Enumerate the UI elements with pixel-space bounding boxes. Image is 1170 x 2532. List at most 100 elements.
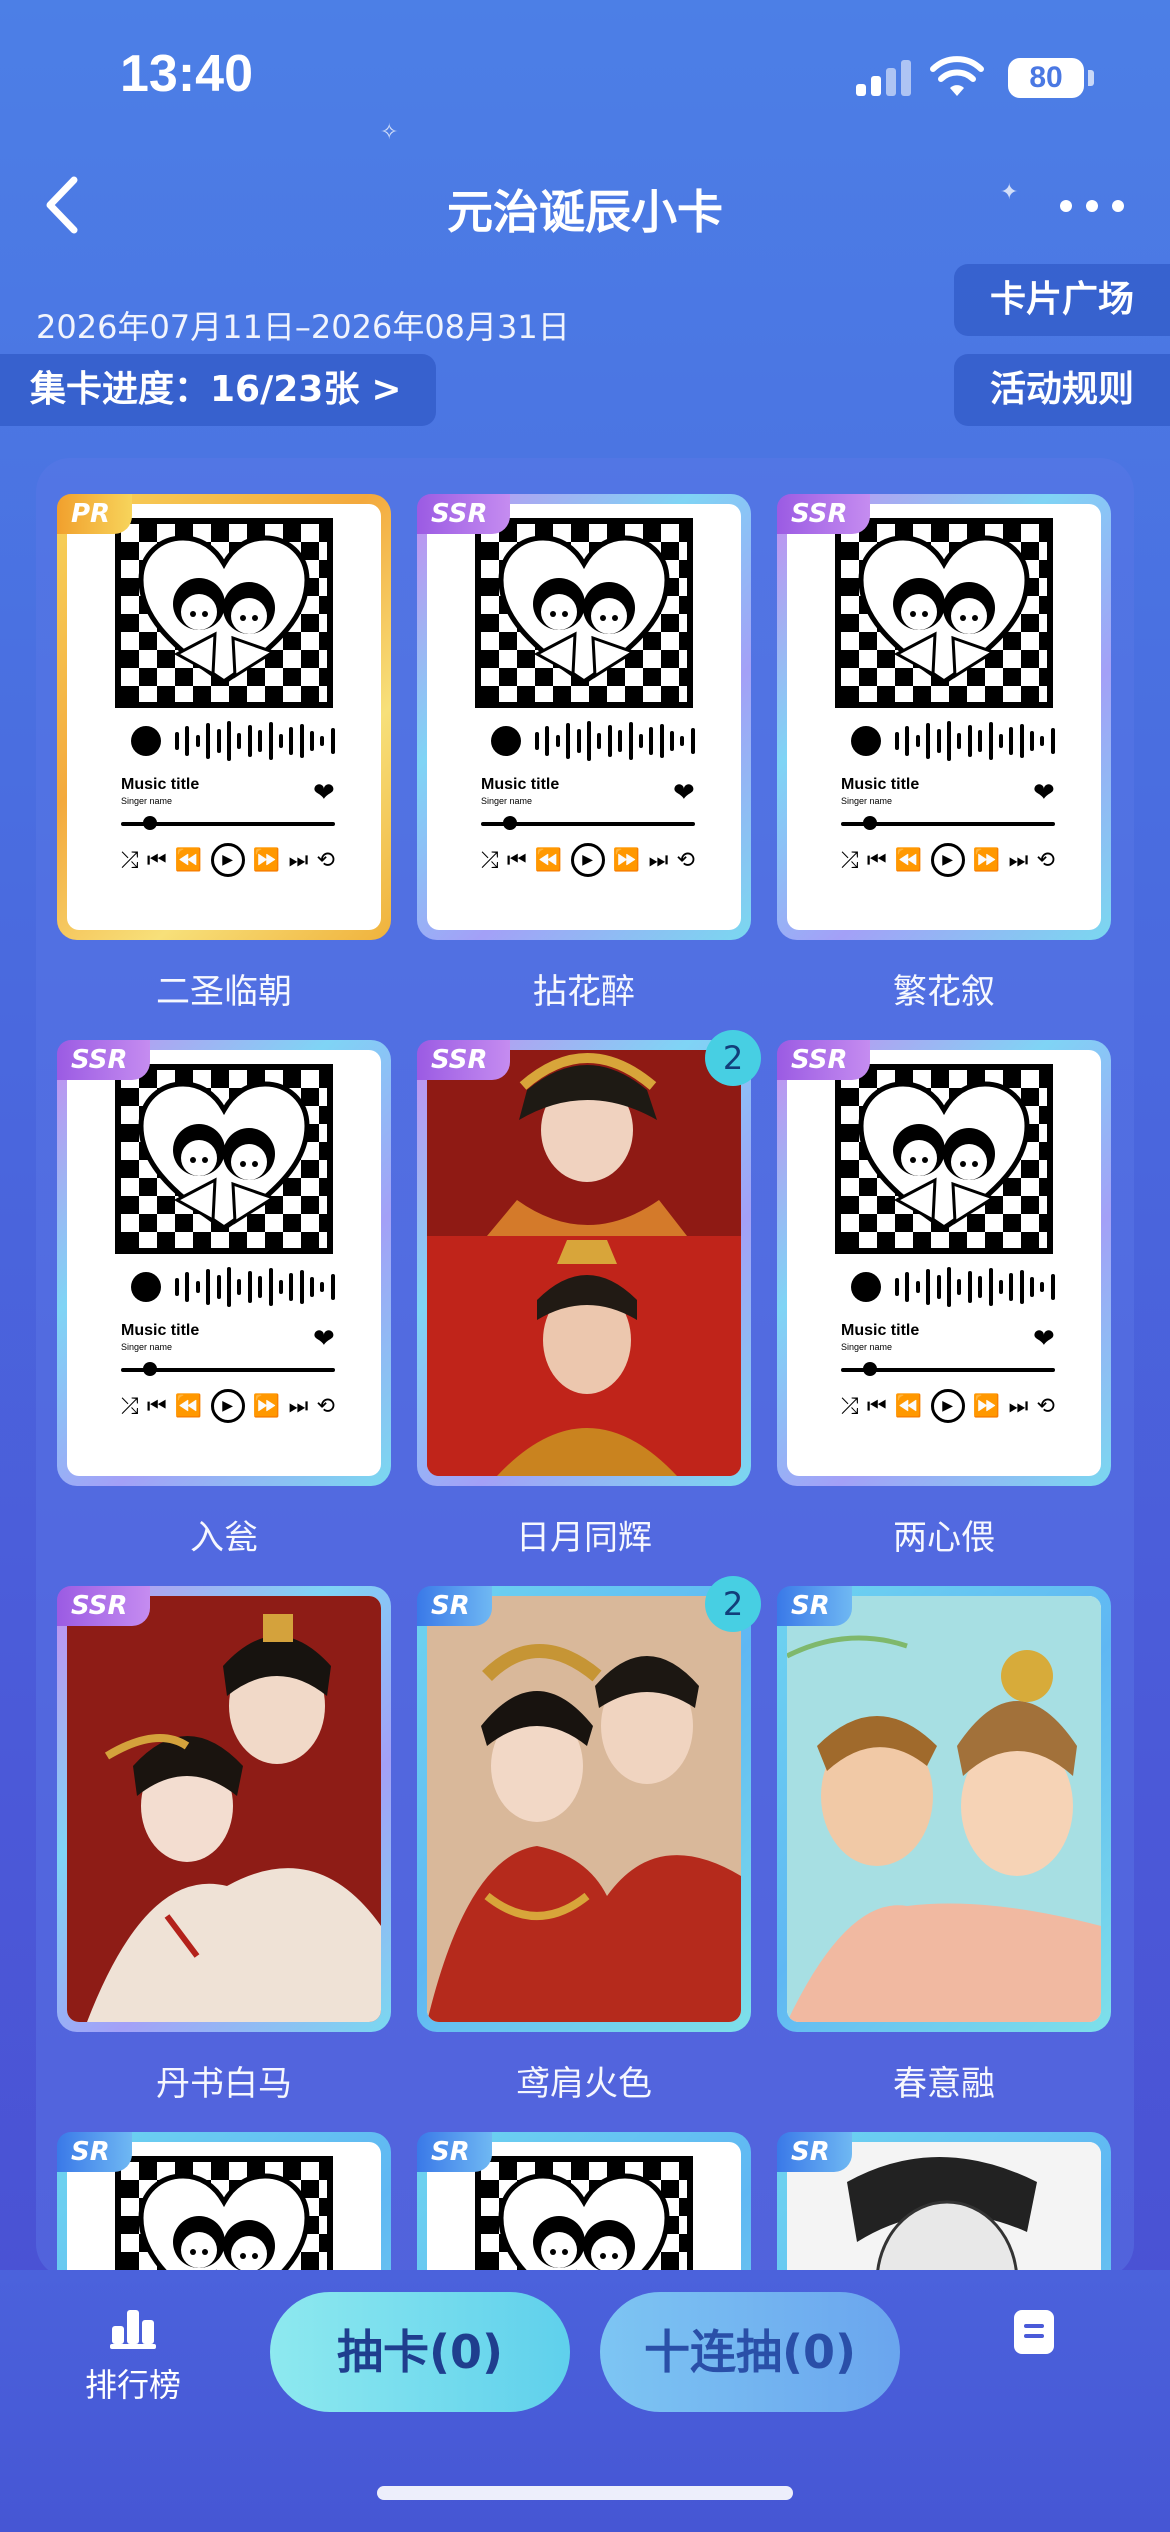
card-artwork	[787, 1596, 1101, 2022]
card-name: 拈花醉	[533, 972, 635, 1012]
fast-forward-icon: ⏩	[972, 1393, 1001, 1419]
spotify-icon	[491, 726, 521, 756]
card-frame: Music title Singer name ❤ ⤮ ⏮ ⏪ ▶ ⏩ ⏭ ⟲	[57, 1040, 391, 1486]
fast-forward-icon: ⏩	[972, 847, 1001, 873]
next-icon: ⏭	[648, 847, 669, 873]
card-art	[427, 1596, 741, 2022]
music-progress-knob	[143, 1362, 157, 1376]
play-icon: ▶	[930, 1389, 965, 1423]
heart-frame-icon	[858, 1081, 1030, 1232]
home-indicator	[377, 2486, 793, 2500]
music-singer: Singer name	[841, 796, 893, 806]
heart-frame-icon	[498, 535, 670, 686]
fast-forward-icon: ⏩	[252, 1393, 281, 1419]
fast-forward-icon: ⏩	[612, 847, 641, 873]
spotify-icon	[131, 1272, 161, 1302]
shuffle-icon: ⤮	[841, 1393, 859, 1419]
card-art: Music title Singer name ❤ ⤮ ⏮ ⏪ ▶ ⏩ ⏭ ⟲	[67, 504, 381, 930]
heart-frame-icon	[858, 535, 1030, 686]
repeat-icon: ⟲	[316, 847, 335, 873]
rarity-badge: SSR	[417, 1040, 510, 1080]
rarity-badge: SSR	[777, 494, 870, 534]
like-heart-icon: ❤	[1033, 1324, 1055, 1354]
more-options-icon[interactable]	[1060, 200, 1124, 214]
play-icon: ▶	[570, 843, 605, 877]
ranking-icon	[110, 2310, 156, 2349]
card-name: 日月同辉	[516, 1518, 652, 1558]
rarity-badge: PR	[57, 494, 133, 534]
shuffle-icon: ⤮	[121, 847, 139, 873]
repeat-icon: ⟲	[1036, 847, 1055, 873]
music-progress-knob	[863, 1362, 877, 1376]
music-singer: Singer name	[121, 796, 173, 806]
wifi-icon	[930, 56, 984, 96]
sound-wave-icon	[895, 718, 1055, 764]
music-controls: ⤮ ⏮ ⏪ ▶ ⏩ ⏭ ⟲	[841, 1386, 1055, 1426]
music-progress-knob	[863, 816, 877, 830]
card-frame	[417, 1040, 751, 1486]
card-artwork	[427, 1596, 741, 2022]
card-name: 二圣临朝	[156, 972, 292, 1012]
collection-progress-label: 集卡进度：16/23张	[30, 369, 360, 410]
repeat-icon: ⟲	[676, 847, 695, 873]
spotify-icon	[851, 1272, 881, 1302]
card-collection-panel: Music title Singer name ❤ ⤮ ⏮ ⏪ ▶ ⏩ ⏭ ⟲ …	[36, 458, 1134, 2278]
card-art	[787, 1596, 1101, 2022]
rarity-badge: SSR	[57, 1586, 150, 1626]
card-frame: Music title Singer name ❤ ⤮ ⏮ ⏪ ▶ ⏩ ⏭ ⟲	[777, 1040, 1111, 1486]
battery-indicator: 80	[1008, 58, 1084, 98]
rewind-icon: ⏪	[174, 1393, 203, 1419]
collection-progress-button[interactable]: 集卡进度：16/23张 >	[0, 354, 436, 426]
next-icon: ⏭	[1008, 1393, 1029, 1419]
music-title: Music title	[121, 776, 200, 793]
music-controls: ⤮ ⏮ ⏪ ▶ ⏩ ⏭ ⟲	[121, 840, 335, 880]
activity-rules-button[interactable]: 活动规则	[954, 354, 1170, 426]
card-frame: Music title Singer name ❤ ⤮ ⏮ ⏪ ▶ ⏩ ⏭ ⟲	[57, 494, 391, 940]
repeat-icon: ⟲	[316, 1393, 335, 1419]
music-title: Music title	[841, 776, 920, 793]
like-heart-icon: ❤	[313, 778, 335, 808]
next-icon: ⏭	[288, 847, 309, 873]
rewind-icon: ⏪	[894, 1393, 923, 1419]
sound-wave-icon	[175, 1264, 335, 1310]
heart-frame-icon	[138, 1081, 310, 1232]
card-artwork	[427, 1050, 741, 1476]
previous-icon: ⏮	[146, 847, 167, 873]
card-art: Music title Singer name ❤ ⤮ ⏮ ⏪ ▶ ⏩ ⏭ ⟲	[787, 1050, 1101, 1476]
rarity-badge: SR	[777, 2132, 852, 2172]
shuffle-icon: ⤮	[121, 1393, 139, 1419]
heart-frame-icon	[138, 2173, 310, 2278]
card-art	[67, 1596, 381, 2022]
status-bar: 13:40 80	[0, 0, 1170, 150]
spotify-icon	[131, 726, 161, 756]
card-plaza-button[interactable]: 卡片广场	[954, 264, 1170, 336]
record-icon[interactable]	[1014, 2310, 1054, 2354]
rarity-badge: SSR	[57, 1040, 150, 1080]
chevron-right-icon: >	[371, 369, 402, 410]
card-name: 两心偎	[893, 1518, 995, 1558]
cellular-signal-icon	[856, 60, 912, 96]
shuffle-icon: ⤮	[841, 847, 859, 873]
draw-card-button[interactable]: 抽卡(0)	[270, 2292, 570, 2412]
rarity-badge: SR	[417, 2132, 492, 2172]
sound-wave-icon	[535, 718, 695, 764]
play-icon: ▶	[930, 843, 965, 877]
card-count-badge: 2	[705, 1030, 761, 1086]
rewind-icon: ⏪	[174, 847, 203, 873]
previous-icon: ⏮	[866, 847, 887, 873]
ranking-button[interactable]: 排行榜	[78, 2306, 188, 2406]
card-name: 春意融	[893, 2064, 995, 2104]
music-progress-knob	[503, 816, 517, 830]
music-singer: Singer name	[481, 796, 533, 806]
rarity-badge: SSR	[417, 494, 510, 534]
card-art: Music title Singer name ❤ ⤮ ⏮ ⏪ ▶ ⏩ ⏭ ⟲	[427, 504, 741, 930]
rewind-icon: ⏪	[534, 847, 563, 873]
card-art: Music title Singer name ❤ ⤮ ⏮ ⏪ ▶ ⏩ ⏭ ⟲	[787, 504, 1101, 930]
spotify-icon	[851, 726, 881, 756]
heart-frame-icon	[498, 2173, 670, 2278]
card-frame	[777, 1586, 1111, 2032]
ten-draw-button[interactable]: 十连抽(0)	[600, 2292, 900, 2412]
play-icon: ▶	[210, 1389, 245, 1423]
like-heart-icon: ❤	[1033, 778, 1055, 808]
event-date-range: 2026年07月11日–2026年08月31日	[36, 308, 570, 346]
